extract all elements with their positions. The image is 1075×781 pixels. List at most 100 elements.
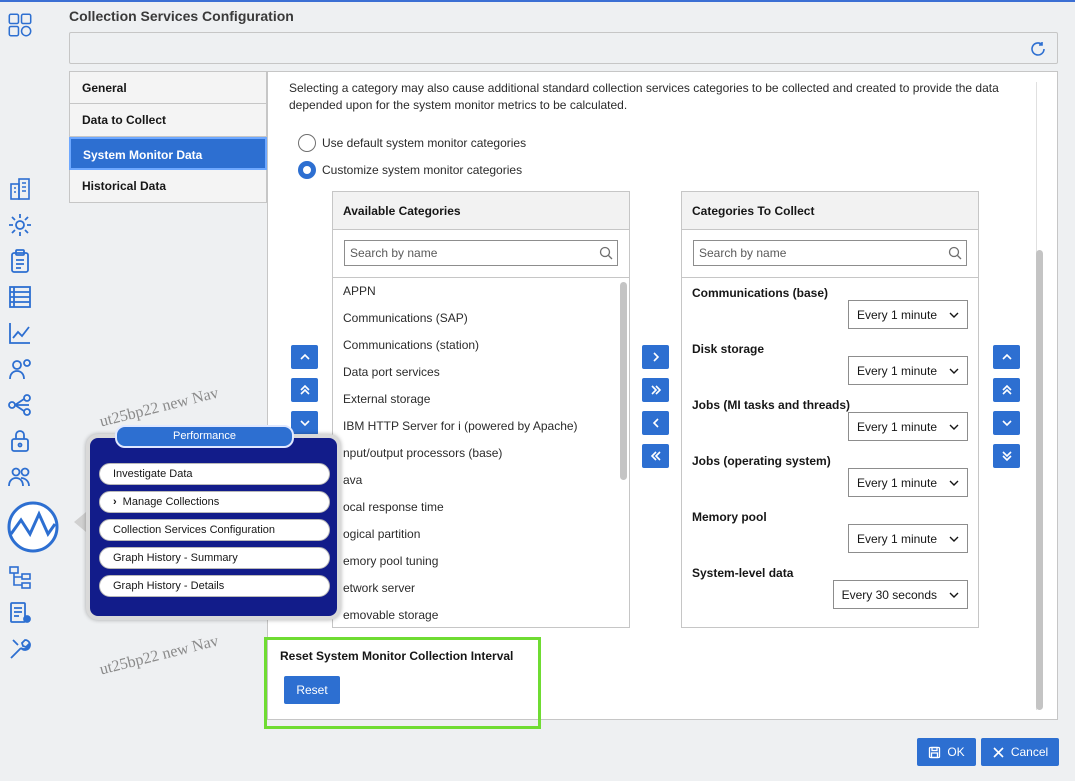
menu-item-collection-services-configuration[interactable]: Collection Services Configuration [99,519,330,541]
report-icon[interactable] [5,598,35,628]
interval-select[interactable]: Every 1 minute [847,300,968,329]
list-item[interactable]: emovable storage [333,602,629,627]
interval-value: Every 1 minute [856,419,937,434]
chevron-right-icon [652,352,659,362]
move-up-button[interactable] [291,345,318,369]
menu-item-label: Investigate Data [113,468,193,480]
apps-icon[interactable] [3,8,37,42]
interval-select[interactable]: Every 1 minute [847,468,968,497]
save-icon [929,746,941,758]
top-accent-line [0,0,1075,2]
user-gear-icon[interactable] [5,354,35,384]
available-search-input[interactable] [345,241,585,265]
menu-item-label: Graph History - Summary [113,552,238,564]
move-top-button[interactable] [291,378,318,402]
collect-search-input[interactable] [694,241,934,265]
nav-item-general[interactable]: General [69,71,267,104]
list-item[interactable]: Communications (SAP) [333,305,629,332]
list-item[interactable]: IBM HTTP Server for i (powered by Apache… [333,413,629,440]
interval-value: Every 1 minute [856,363,937,378]
remove-all-button[interactable] [642,444,669,468]
menu-item-graph-history-details[interactable]: Graph History - Details [99,575,330,597]
double-chevron-up-icon [299,384,310,395]
list-item[interactable]: APPN [333,278,629,305]
nav-item-data-to-collect[interactable]: Data to Collect [69,104,267,137]
double-chevron-down-icon [1001,451,1012,462]
page-title: Collection Services Configuration [69,8,294,24]
chevron-up-icon [1001,353,1012,360]
users-icon[interactable] [5,462,35,492]
menu-item-graph-history-summary[interactable]: Graph History - Summary [99,547,330,569]
collect-move-top-button[interactable] [993,378,1020,402]
collect-move-down-button[interactable] [993,411,1020,435]
collect-row: Communications (base) Every 1 minute [682,278,978,334]
interval-select[interactable]: Every 1 minute [847,412,968,441]
tools-icon[interactable] [5,634,35,664]
radio-default-circle[interactable] [298,134,316,152]
chevron-down-icon [949,480,959,486]
list-item[interactable]: emory pool tuning [333,548,629,575]
collect-move-up-button[interactable] [993,345,1020,369]
collect-categories-box: Categories To Collect Communications (ba… [681,191,979,628]
menu-item-manage-collections[interactable]: › Manage Collections [99,491,330,513]
radio-custom-categories[interactable]: Customize system monitor categories [298,161,522,179]
radio-custom-circle[interactable] [298,161,316,179]
cancel-button[interactable]: Cancel [981,738,1059,766]
nav-item-system-monitor-data[interactable]: System Monitor Data [69,137,267,170]
chart-line-icon[interactable] [5,318,35,348]
list-item[interactable]: nput/output processors (base) [333,440,629,467]
search-icon [948,246,962,260]
available-scrollbar[interactable] [620,282,627,480]
add-all-button[interactable] [642,378,669,402]
list-item[interactable]: etwork server [333,575,629,602]
hierarchy-icon[interactable] [5,562,35,592]
chevron-down-icon [949,424,959,430]
gear-icon[interactable] [5,210,35,240]
clipboard-icon[interactable] [5,246,35,276]
radio-default-categories[interactable]: Use default system monitor categories [298,134,526,152]
collect-search[interactable] [693,240,967,266]
list-item[interactable]: ogical partition [333,521,629,548]
chevron-down-icon [949,536,959,542]
config-nav: General Data to Collect System Monitor D… [69,71,267,203]
building-icon[interactable] [5,174,35,204]
interval-value: Every 30 seconds [841,587,937,602]
performance-icon[interactable] [5,500,61,554]
collect-row: Jobs (MI tasks and threads) Every 1 minu… [682,390,978,446]
network-icon[interactable] [5,390,35,420]
list-item[interactable]: Communications (station) [333,332,629,359]
add-selected-button[interactable] [642,345,669,369]
menu-item-label: Manage Collections [122,496,220,508]
interval-select[interactable]: Every 1 minute [847,356,968,385]
reset-button[interactable]: Reset [284,676,340,704]
remove-selected-button[interactable] [642,411,669,435]
interval-select[interactable]: Every 1 minute [847,524,968,553]
refresh-icon[interactable] [1029,40,1047,58]
collect-row: Jobs (operating system) Every 1 minute [682,446,978,502]
main-scrollbar[interactable] [1036,250,1043,710]
ok-label: OK [947,745,965,759]
collect-row: System-level data Every 30 seconds [682,558,978,614]
available-categories-header: Available Categories [333,192,629,230]
move-down-button[interactable] [291,411,318,435]
available-search[interactable] [344,240,618,266]
database-list-icon[interactable] [5,282,35,312]
chevron-down-icon [1001,420,1012,427]
collect-name: Disk storage [692,342,765,356]
watermark-text: ut25bp22 new Nav [98,632,221,679]
list-item[interactable]: ocal response time [333,494,629,521]
list-item[interactable]: External storage [333,386,629,413]
collect-name: Jobs (operating system) [692,454,831,468]
collect-move-bottom-button[interactable] [993,444,1020,468]
nav-item-historical-data[interactable]: Historical Data [69,170,267,203]
menu-item-label: Collection Services Configuration [113,524,276,536]
list-item[interactable]: ava [333,467,629,494]
list-item[interactable]: Data port services [333,359,629,386]
ok-button[interactable]: OK [917,738,976,766]
reset-section: Reset System Monitor Collection Interval… [264,637,541,729]
lock-icon[interactable] [5,426,35,456]
menu-item-investigate-data[interactable]: Investigate Data [99,463,330,485]
left-rail [0,0,42,781]
collect-row: Memory pool Every 1 minute [682,502,978,558]
interval-select[interactable]: Every 30 seconds [832,580,968,609]
